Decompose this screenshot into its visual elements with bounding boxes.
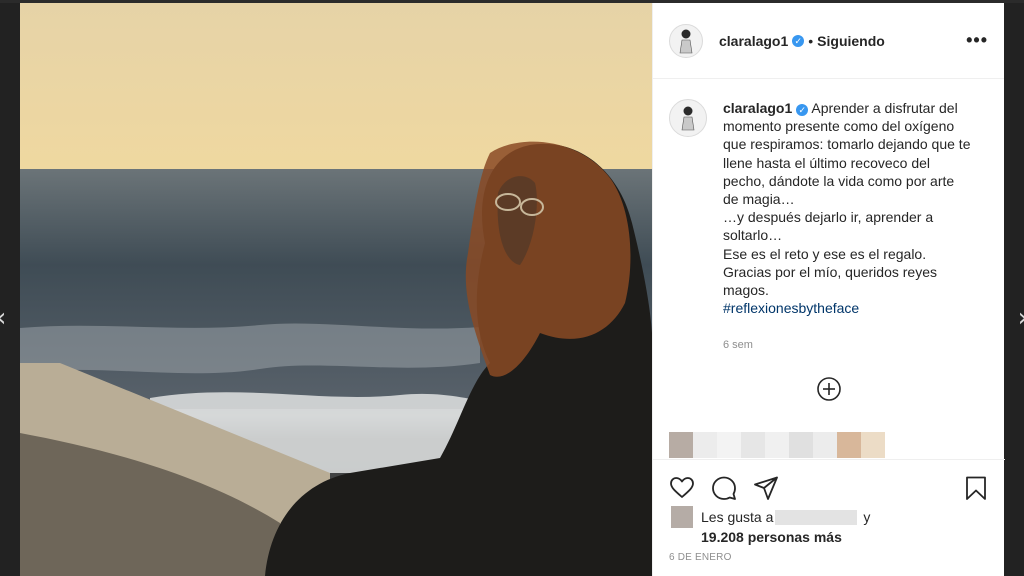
wave	[20, 323, 480, 374]
caption-username[interactable]: claralago1	[723, 100, 792, 116]
blurred-cell	[717, 432, 741, 458]
likes-summary: Les gusta a y 19.208 personas más	[671, 506, 991, 546]
paper-plane-icon[interactable]	[753, 475, 779, 501]
heart-icon[interactable]	[669, 475, 695, 501]
blurred-cell	[741, 432, 765, 458]
post-photo	[20, 3, 652, 576]
comment-icon[interactable]	[711, 475, 737, 501]
blurred-cell	[765, 432, 789, 458]
blurred-cell	[861, 432, 885, 458]
blurred-cell	[669, 432, 693, 458]
likes-prefix: Les gusta a	[701, 509, 774, 525]
likes-and: y	[863, 509, 871, 525]
plus-circle-icon[interactable]	[816, 376, 842, 402]
header-username[interactable]: claralago1	[719, 33, 788, 49]
follow-status-button[interactable]: Siguiendo	[817, 33, 885, 49]
post-header: claralago1 ✓ • Siguiendo •••	[653, 3, 1004, 79]
caption-avatar[interactable]	[669, 99, 707, 137]
post-modal: claralago1 ✓ • Siguiendo ••• claralago1 ✓…	[20, 3, 1005, 576]
bookmark-icon[interactable]	[963, 475, 989, 501]
caption-body: claralago1 ✓ Aprender a disfrutar del mom…	[723, 99, 973, 355]
caption-text: Gracias por el mío, queridos reyes magos…	[723, 263, 937, 299]
caption-text: Aprender a disfrutar del momento present…	[723, 100, 971, 208]
post-side-panel: claralago1 ✓ • Siguiendo ••• claralago1 ✓…	[652, 3, 1005, 576]
chevron-right-icon[interactable]: ›	[1014, 300, 1024, 336]
redacted-liker-name[interactable]	[775, 509, 858, 525]
caption-first-paragraph: claralago1 ✓ Aprender a disfrutar del mom…	[723, 99, 973, 208]
more-options-icon[interactable]: •••	[966, 30, 988, 51]
likes-count[interactable]: 19.208 personas más	[701, 528, 991, 546]
post-date[interactable]: 6 DE ENERO	[669, 552, 732, 563]
blurred-cell	[813, 432, 837, 458]
caption: claralago1 ✓ Aprender a disfrutar del mom…	[669, 99, 989, 355]
avatar-figure	[679, 29, 693, 53]
chevron-left-icon[interactable]: ‹	[0, 300, 10, 336]
caption-text: …y después dejarlo ir, aprender a soltar…	[723, 209, 934, 244]
verified-badge-icon: ✓	[796, 104, 809, 116]
caption-text: Ese es el reto y ese es el regalo.	[723, 245, 927, 262]
avatar[interactable]	[669, 23, 703, 58]
liker-avatar[interactable]	[671, 506, 693, 528]
likes-first-line: Les gusta a y	[671, 506, 991, 528]
time-ago[interactable]: 6 sem	[723, 336, 973, 354]
hashtag-link[interactable]: #reflexionesbytheface	[723, 300, 859, 316]
blurred-likers-strip	[669, 432, 885, 458]
verified-badge-icon: ✓	[792, 34, 805, 47]
caption-avatar-figure	[681, 106, 695, 131]
sky	[20, 3, 652, 169]
blurred-cell	[837, 432, 861, 458]
photo-scene	[20, 3, 652, 576]
blurred-cell	[789, 432, 813, 458]
separator-dot: •	[808, 32, 814, 49]
blurred-cell	[693, 432, 717, 458]
